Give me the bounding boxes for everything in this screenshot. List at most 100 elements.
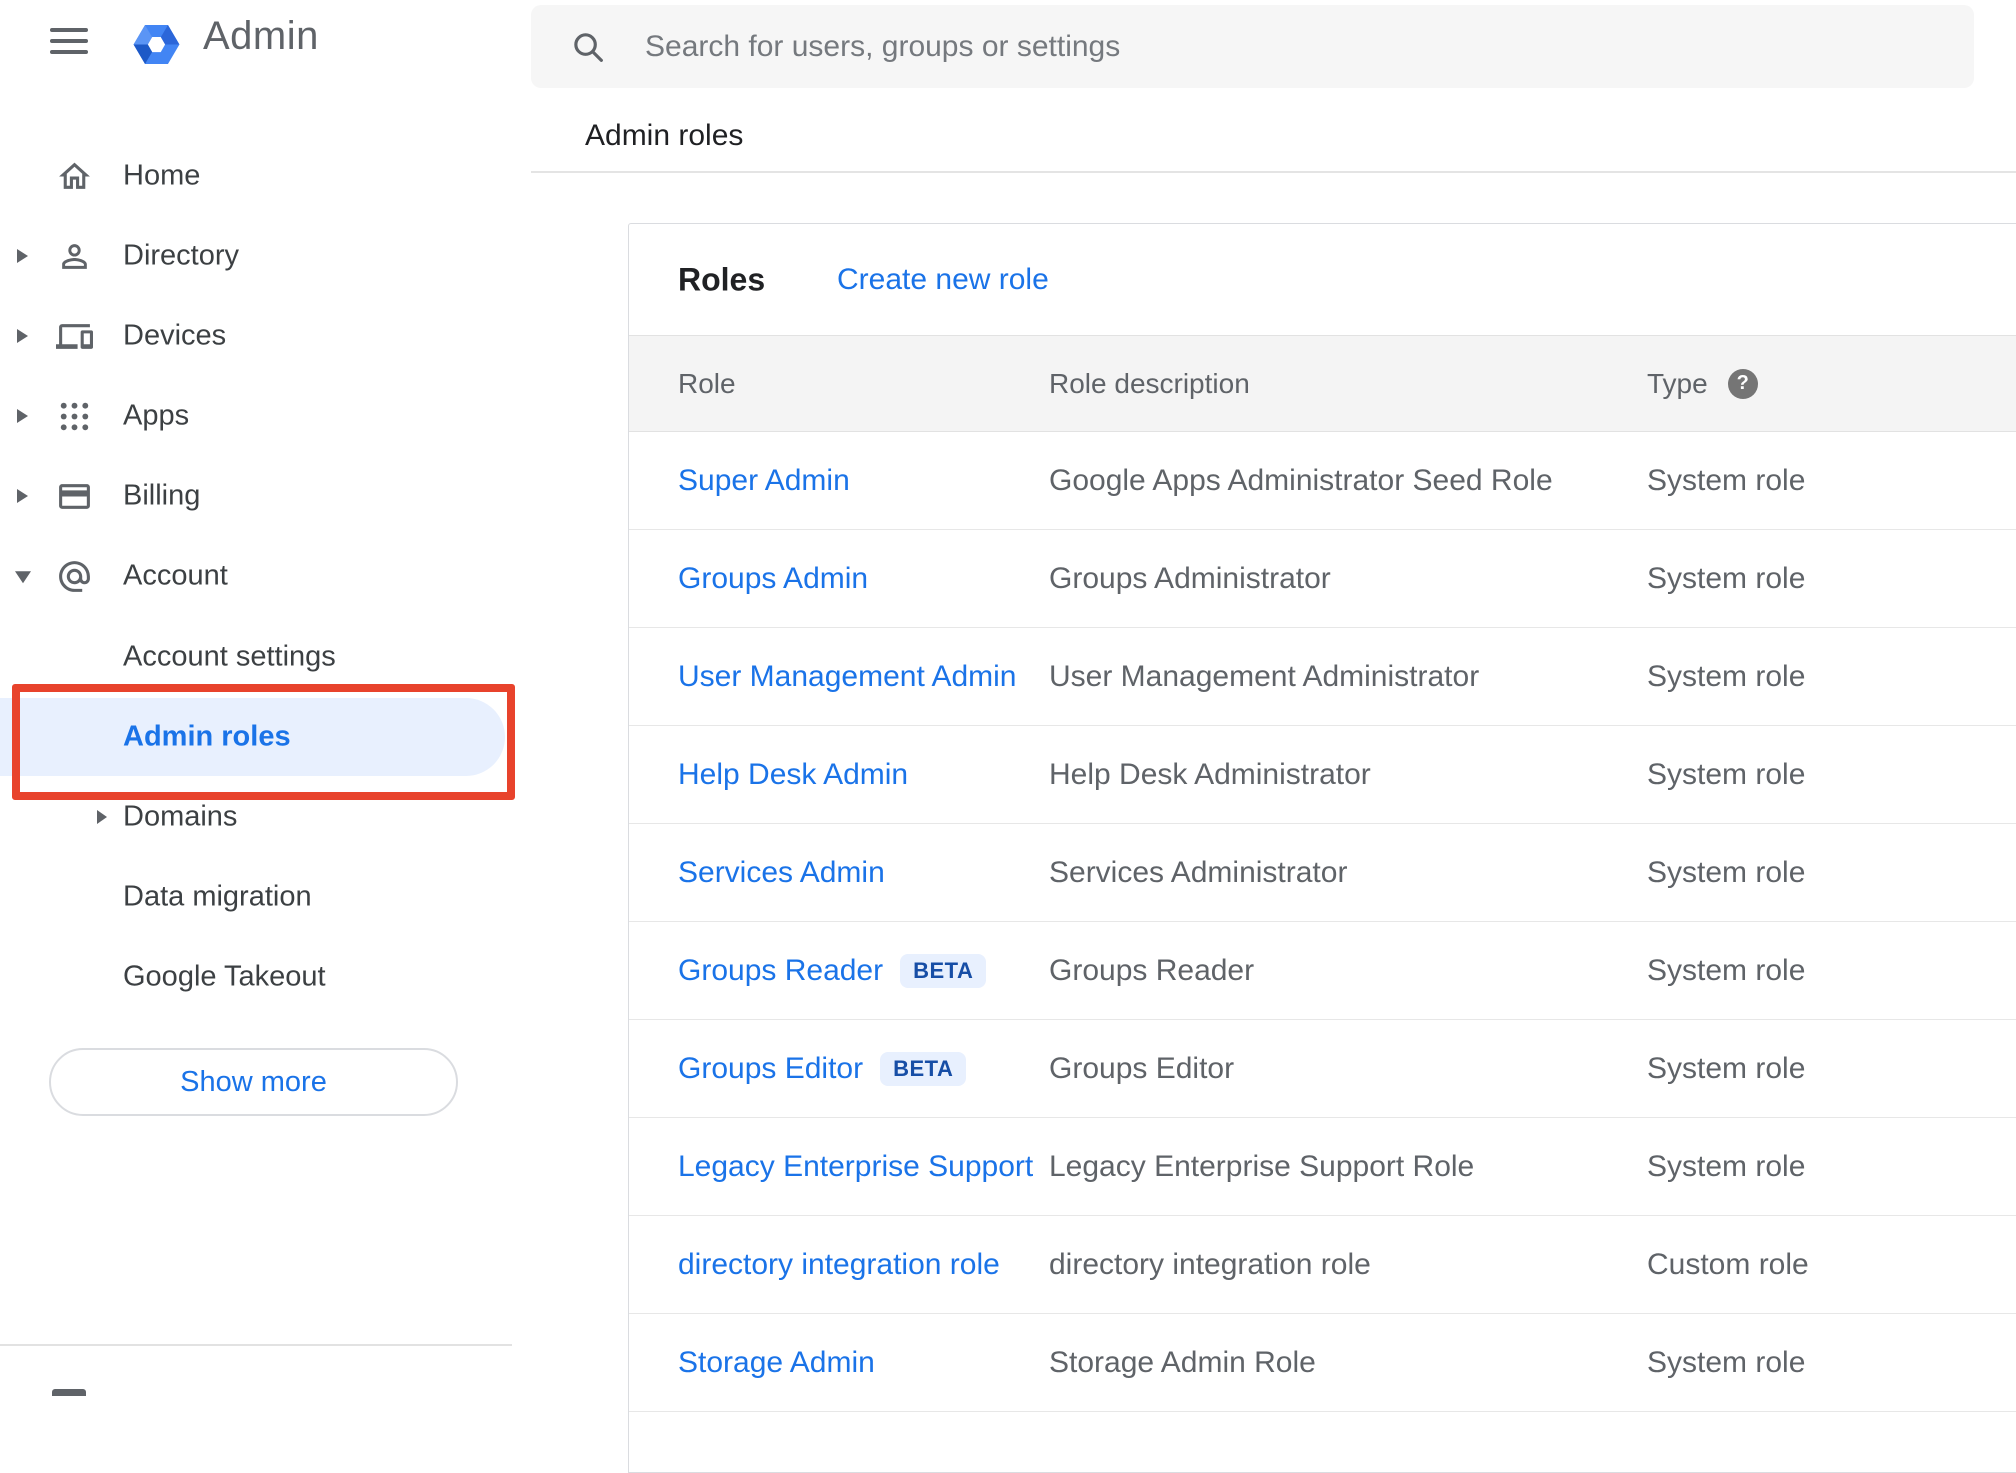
sidebar-item-label: Apps — [123, 399, 190, 432]
credit-card-icon — [58, 483, 90, 509]
sidebar-item-label: Devices — [123, 319, 227, 352]
app-title: Admin — [203, 14, 319, 58]
table-row: User Management Admin User Management Ad… — [629, 628, 2016, 726]
show-more-button[interactable]: Show more — [49, 1048, 458, 1116]
role-description: Help Desk Administrator — [1049, 757, 1371, 791]
expand-arrow-icon[interactable] — [15, 571, 31, 584]
home-icon — [58, 162, 90, 189]
sidebar-item-apps[interactable]: Apps — [0, 376, 531, 456]
role-type: System role — [1647, 855, 1806, 889]
sidebar-nav: Home Directory Devices Apps Billing Acco… — [0, 136, 531, 616]
sidebar-item-account-settings[interactable]: Account settings — [0, 617, 531, 697]
role-description: Groups Editor — [1049, 1051, 1235, 1085]
role-type: System role — [1647, 757, 1806, 791]
table-header-row: Role Role description Type ? — [629, 335, 2016, 432]
sidebar-item-devices[interactable]: Devices — [0, 296, 531, 376]
role-description: Google Apps Administrator Seed Role — [1049, 463, 1553, 497]
table-row: Groups Reader BETA Groups Reader System … — [629, 922, 2016, 1020]
partial-bottom-icon — [52, 1389, 86, 1396]
column-header-type-label: Type — [1647, 367, 1708, 399]
table-row: Help Desk Admin Help Desk Administrator … — [629, 726, 2016, 824]
create-new-role-link[interactable]: Create new role — [837, 263, 1049, 297]
roles-panel: Roles Create new role Role Role descript… — [628, 223, 2016, 1473]
role-description: Legacy Enterprise Support Role — [1049, 1149, 1475, 1183]
hamburger-menu-icon[interactable] — [50, 28, 88, 54]
sidebar-item-label: Directory — [123, 239, 240, 272]
role-type: System role — [1647, 1149, 1806, 1183]
table-row: Storage Admin Storage Admin Role System … — [629, 1314, 2016, 1412]
sidebar-account-subnav: Account settings Admin roles Domains Dat… — [0, 617, 531, 1017]
role-link[interactable]: Groups Reader — [678, 954, 883, 988]
role-type: Custom role — [1647, 1247, 1809, 1281]
sidebar-subitem-label: Account settings — [123, 640, 336, 673]
role-description: Services Administrator — [1049, 855, 1348, 889]
role-link[interactable]: directory integration role — [678, 1248, 1000, 1282]
role-link[interactable]: Groups Editor — [678, 1052, 863, 1086]
role-type: System role — [1647, 1345, 1806, 1379]
expand-arrow-icon[interactable] — [97, 810, 107, 824]
table-row: Legacy Enterprise Support Legacy Enterpr… — [629, 1118, 2016, 1216]
breadcrumb: Admin roles — [585, 119, 744, 152]
table-row: Super Admin Google Apps Administrator Se… — [629, 432, 2016, 530]
role-type: System role — [1647, 463, 1806, 497]
sidebar-item-account[interactable]: Account — [0, 536, 531, 616]
sidebar-item-data-migration[interactable]: Data migration — [0, 857, 531, 937]
role-type: System role — [1647, 1051, 1806, 1085]
beta-badge: BETA — [880, 1051, 967, 1086]
person-icon — [61, 243, 87, 269]
sidebar-item-directory[interactable]: Directory — [0, 216, 531, 296]
sidebar-item-google-takeout[interactable]: Google Takeout — [0, 937, 531, 1017]
role-description: Groups Administrator — [1049, 561, 1331, 595]
role-link[interactable]: Legacy Enterprise Support — [678, 1150, 1033, 1184]
role-link[interactable]: Storage Admin — [678, 1346, 875, 1380]
sidebar-item-billing[interactable]: Billing — [0, 456, 531, 536]
role-type: System role — [1647, 953, 1806, 987]
role-link[interactable]: Services Admin — [678, 856, 885, 890]
sidebar: Admin Home Directory Devices Apps Billin… — [0, 0, 531, 1396]
sidebar-subitem-label: Domains — [123, 800, 238, 833]
role-type: System role — [1647, 561, 1806, 595]
column-header-role: Role — [678, 367, 736, 399]
table-row: Services Admin Services Administrator Sy… — [629, 824, 2016, 922]
expand-arrow-icon[interactable] — [17, 409, 28, 423]
search-icon — [571, 30, 605, 64]
search-placeholder: Search for users, groups or settings — [645, 29, 1121, 63]
beta-badge: BETA — [900, 953, 987, 988]
role-type: System role — [1647, 659, 1806, 693]
expand-arrow-icon[interactable] — [17, 489, 28, 503]
role-description: Storage Admin Role — [1049, 1345, 1316, 1379]
table-row: Groups Admin Groups Administrator System… — [629, 530, 2016, 628]
table-body: Super Admin Google Apps Administrator Se… — [629, 432, 2016, 1412]
panel-title: Roles — [678, 261, 766, 297]
role-link[interactable]: Groups Admin — [678, 562, 868, 596]
role-description: Groups Reader — [1049, 953, 1255, 987]
sidebar-item-home[interactable]: Home — [0, 136, 531, 216]
column-header-description: Role description — [1049, 367, 1250, 399]
search-input[interactable]: Search for users, groups or settings — [531, 5, 1974, 88]
sidebar-subitem-label: Data migration — [123, 880, 312, 913]
sidebar-item-label: Billing — [123, 479, 201, 512]
google-admin-console: { "app": { "logo_text": "Admin" }, "topb… — [0, 0, 2016, 1473]
sidebar-item-label: Home — [123, 159, 201, 192]
header-divider — [531, 171, 2016, 173]
devices-icon — [55, 323, 93, 349]
apps-grid-icon — [60, 402, 88, 430]
roles-panel-header: Roles Create new role — [629, 224, 2016, 335]
expand-arrow-icon[interactable] — [17, 249, 28, 263]
table-row: Groups Editor BETA Groups Editor System … — [629, 1020, 2016, 1118]
role-link[interactable]: Help Desk Admin — [678, 758, 908, 792]
sidebar-subitem-label: Google Takeout — [123, 960, 326, 993]
role-link[interactable]: User Management Admin — [678, 660, 1017, 694]
sidebar-subitem-label: Admin roles — [123, 720, 291, 753]
at-sign-icon — [58, 560, 90, 592]
sidebar-divider — [0, 1344, 512, 1346]
role-description: User Management Administrator — [1049, 659, 1480, 693]
table-row: directory integration role directory int… — [629, 1216, 2016, 1314]
expand-arrow-icon[interactable] — [17, 329, 28, 343]
sidebar-item-label: Account — [123, 559, 228, 592]
role-description: directory integration role — [1049, 1247, 1371, 1281]
sidebar-item-domains[interactable]: Domains — [0, 777, 531, 857]
help-icon[interactable]: ? — [1727, 368, 1758, 399]
role-link[interactable]: Super Admin — [678, 464, 850, 498]
sidebar-item-admin-roles[interactable]: Admin roles — [0, 697, 531, 777]
